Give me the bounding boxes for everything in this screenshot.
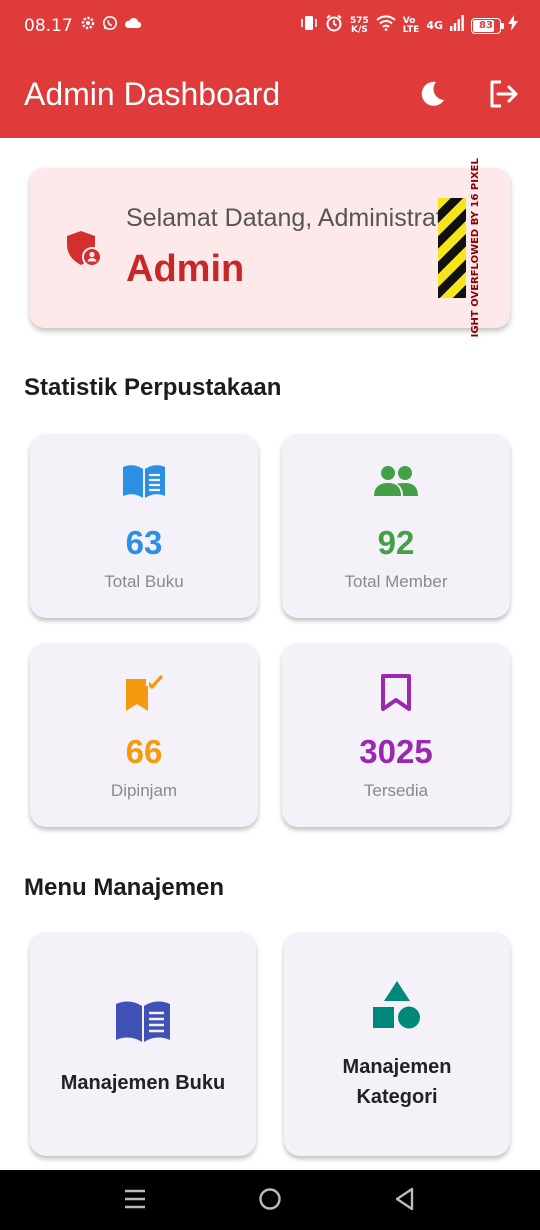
- volte-indicator: Vo LTE: [402, 16, 420, 35]
- stat-label: Dipinjam: [110, 781, 178, 800]
- category-shapes-icon: [372, 980, 422, 1035]
- stat-card-total-books: 63 Total Buku: [30, 434, 258, 618]
- admin-shield-icon: [66, 230, 102, 273]
- status-right-icons: 575 K/S Vo LTE 4G 83: [300, 14, 518, 37]
- stat-label: Tersedia: [363, 781, 429, 800]
- alarm-icon: [325, 14, 343, 37]
- settings-gear-icon: [80, 15, 96, 36]
- back-button[interactable]: [388, 1184, 422, 1218]
- recent-apps-button[interactable]: [118, 1184, 152, 1218]
- vibrate-icon: [300, 15, 318, 36]
- stat-label: Total Member: [344, 572, 448, 591]
- menu-card-book-management[interactable]: Manajemen Buku: [30, 932, 256, 1156]
- welcome-greeting: Selamat Datang, Administrator: [126, 204, 466, 232]
- stat-label: Total Buku: [104, 572, 184, 591]
- top-bar: 08.17 575 K/S Vo LTE 4G 83 Admin Dashboa…: [0, 0, 540, 138]
- stat-value: 66: [125, 733, 163, 770]
- battery-level: 83: [479, 19, 493, 31]
- stat-card-total-members: 92 Total Member: [282, 434, 510, 618]
- wifi-icon: [376, 15, 396, 36]
- people-icon: [373, 464, 419, 503]
- menu-lines-icon: [124, 1189, 146, 1214]
- book-icon: [114, 1000, 172, 1049]
- bookmark-check-icon: [124, 673, 164, 718]
- network-speed: 575 K/S: [350, 16, 369, 35]
- cloud-icon: [124, 16, 142, 35]
- charging-bolt-icon: [508, 15, 518, 36]
- moon-icon: [417, 79, 447, 114]
- status-bar: 08.17 575 K/S Vo LTE 4G 83: [0, 0, 540, 56]
- book-icon: [121, 464, 167, 505]
- theme-toggle-button[interactable]: [412, 76, 452, 116]
- welcome-admin-name: Admin: [126, 248, 245, 290]
- menu-card-category-management[interactable]: Manajemen Kategori: [284, 932, 510, 1156]
- bookmark-icon: [380, 673, 412, 718]
- home-circle-icon: [258, 1187, 282, 1216]
- stat-value: 92: [377, 524, 415, 561]
- back-triangle-icon: [394, 1187, 416, 1216]
- signal-icon: [450, 15, 464, 36]
- home-button[interactable]: [253, 1184, 287, 1218]
- stat-card-borrowed: 66 Dipinjam: [30, 643, 258, 827]
- overflow-warning-stripe: [438, 198, 466, 298]
- stats-section-title: Statistik Perpustakaan: [24, 374, 282, 401]
- stat-value: 63: [125, 524, 163, 561]
- whatsapp-icon: [102, 15, 118, 36]
- logout-button[interactable]: [484, 76, 524, 116]
- status-left-icons: [80, 15, 142, 36]
- page-title: Admin Dashboard: [24, 76, 281, 112]
- status-time: 08.17: [24, 16, 73, 36]
- volte-bottom-label: LTE: [402, 24, 420, 35]
- menu-label: Manajemen Kategori: [342, 1056, 452, 1108]
- battery-indicator: 83: [471, 17, 504, 34]
- network-type: 4G: [426, 19, 443, 32]
- menu-section-title: Menu Manajemen: [24, 874, 225, 901]
- system-navigation-bar: [0, 1170, 540, 1230]
- stat-card-available: 3025 Tersedia: [282, 643, 510, 827]
- menu-label: Manajemen Buku: [60, 1072, 226, 1094]
- overflow-warning: RIGHT OVERFLOWED BY 16 PIXELS: [466, 151, 482, 345]
- network-speed-unit: K/S: [350, 24, 368, 35]
- logout-icon: [488, 79, 520, 114]
- stat-value: 3025: [359, 733, 433, 770]
- overflow-warning-text: RIGHT OVERFLOWED BY 16 PIXELS: [470, 158, 481, 338]
